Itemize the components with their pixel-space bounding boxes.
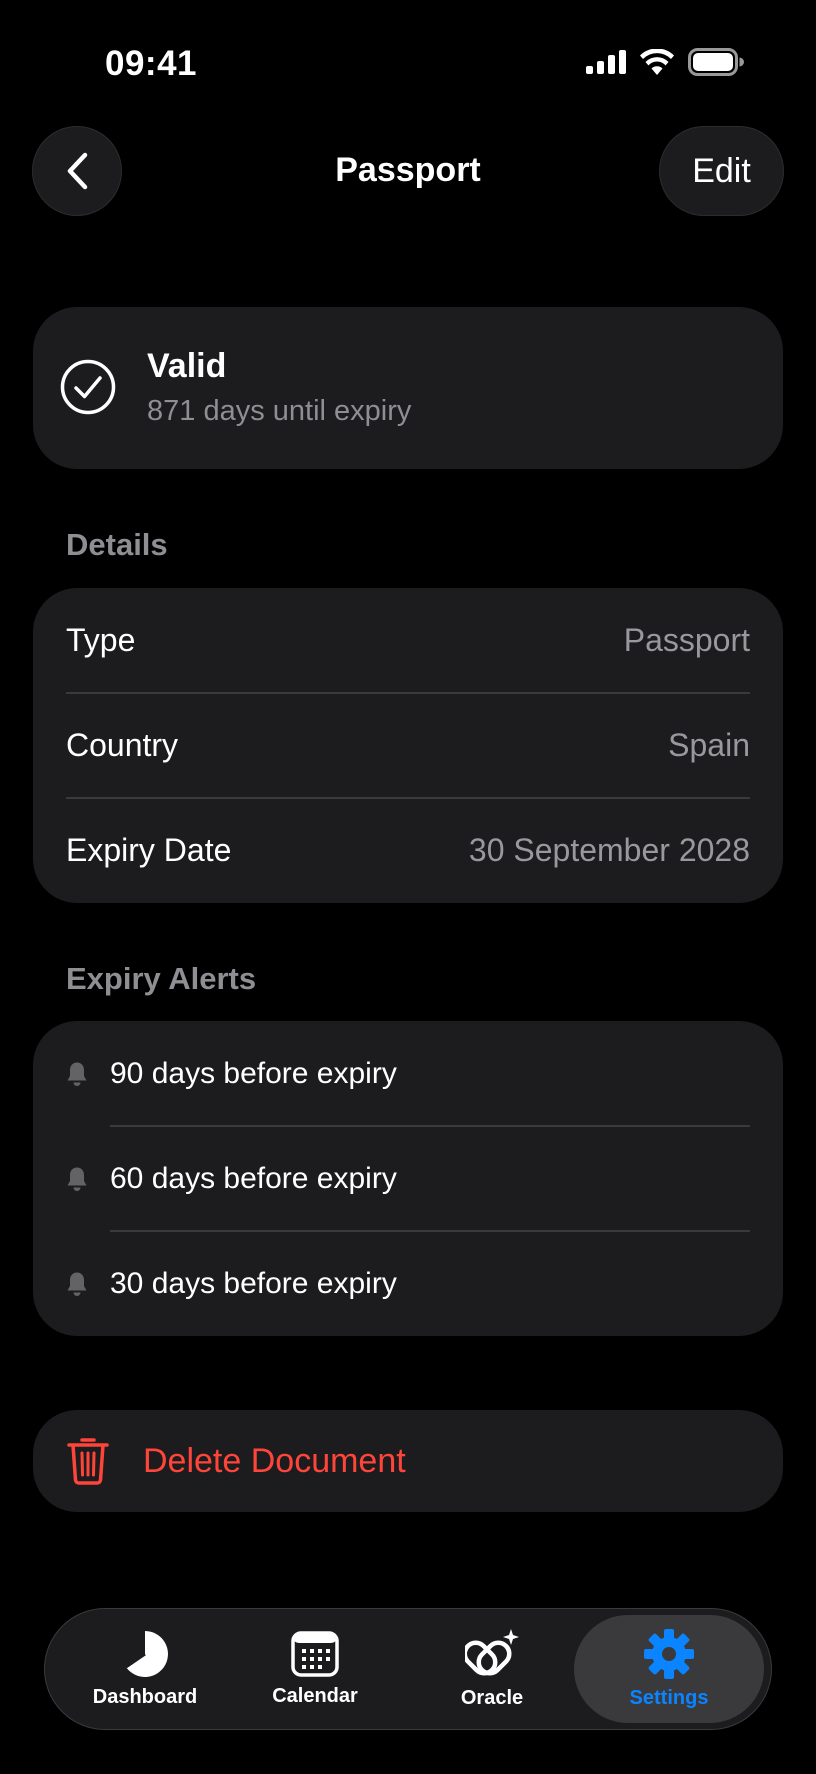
tab-oracle[interactable]: Oracle	[427, 1609, 557, 1729]
status-card: Valid 871 days until expiry	[33, 307, 783, 469]
detail-row-expiry-date: Expiry Date 30 September 2028	[66, 798, 750, 903]
detail-value: Spain	[668, 727, 750, 763]
wifi-icon	[640, 49, 674, 75]
delete-document-button[interactable]: Delete Document	[33, 1410, 783, 1512]
trash-icon	[67, 1438, 109, 1485]
calendar-icon	[291, 1630, 339, 1677]
status-title: Valid	[147, 347, 227, 385]
detail-label: Expiry Date	[66, 832, 232, 868]
detail-value: 30 September 2028	[468, 832, 750, 868]
alerts-card: 90 days before expiry 60 days before exp…	[33, 1021, 783, 1336]
alert-item[interactable]: 60 days before expiry	[66, 1126, 750, 1231]
battery-icon	[688, 48, 744, 76]
status-icons	[586, 48, 744, 76]
details-card: Type Passport Country Spain Expiry Date …	[33, 588, 783, 903]
tab-label: Calendar	[272, 1684, 358, 1707]
sparkle-link-icon	[465, 1628, 519, 1675]
tab-label: Settings	[629, 1686, 709, 1709]
tab-dashboard[interactable]: Dashboard	[85, 1609, 205, 1729]
edit-button[interactable]: Edit	[659, 126, 784, 216]
alert-label: 60 days before expiry	[110, 1161, 397, 1195]
alerts-section-header: Expiry Alerts	[66, 961, 257, 996]
bell-icon	[67, 1272, 87, 1296]
delete-document-label: Delete Document	[143, 1441, 406, 1480]
tab-bar: Dashboard Calendar Oracle Settings	[44, 1608, 772, 1730]
tab-calendar[interactable]: Calendar	[255, 1609, 375, 1729]
tab-label: Oracle	[460, 1686, 524, 1709]
bell-icon	[67, 1062, 87, 1086]
status-time: 09:41	[105, 44, 198, 83]
detail-label: Type	[66, 622, 136, 658]
details-section-header: Details	[66, 527, 168, 562]
checkmark-circle-icon	[60, 359, 116, 415]
alert-item[interactable]: 30 days before expiry	[66, 1231, 750, 1336]
detail-value: Passport	[623, 622, 750, 658]
detail-row-type: Type Passport	[66, 588, 750, 693]
detail-row-country: Country Spain	[66, 693, 750, 798]
pie-chart-icon	[125, 1630, 168, 1677]
alert-label: 90 days before expiry	[110, 1056, 397, 1090]
detail-label: Country	[66, 727, 179, 763]
tab-settings[interactable]: Settings	[574, 1615, 764, 1723]
status-subtitle: 871 days until expiry	[147, 395, 412, 427]
tab-label: Dashboard	[92, 1685, 198, 1708]
alert-item[interactable]: 90 days before expiry	[66, 1021, 750, 1126]
cellular-signal-icon	[586, 50, 626, 74]
alert-label: 30 days before expiry	[110, 1266, 397, 1300]
bell-icon	[67, 1167, 87, 1191]
gear-icon	[644, 1628, 694, 1679]
